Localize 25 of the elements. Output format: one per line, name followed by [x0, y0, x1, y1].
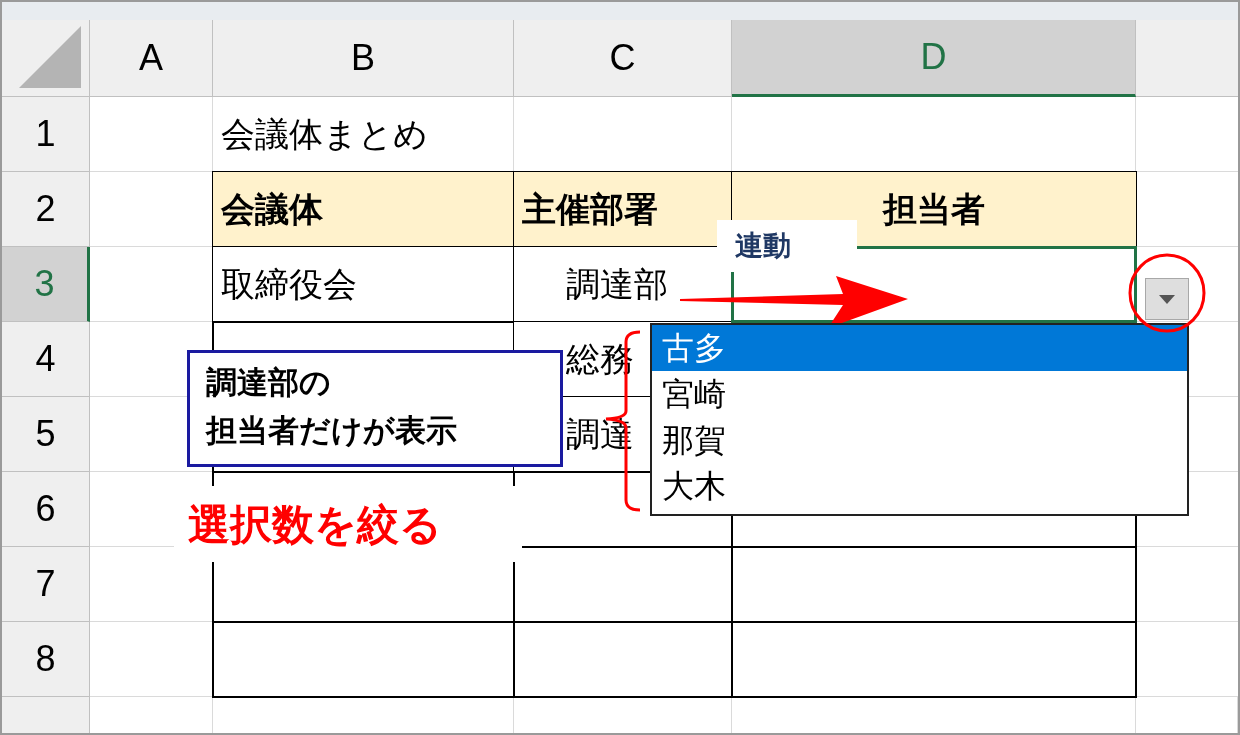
- callout-text: 調達部の: [206, 364, 331, 402]
- row-header[interactable]: 6: [2, 472, 90, 547]
- column-header[interactable]: D: [732, 20, 1136, 97]
- row-header[interactable]: 3: [2, 247, 90, 322]
- caret-icon: [1159, 294, 1175, 304]
- row-header[interactable]: 2: [2, 172, 90, 247]
- row-header[interactable]: 5: [2, 397, 90, 472]
- callout-text: 担当者だけが表示: [206, 412, 457, 450]
- column-header[interactable]: C: [514, 20, 732, 97]
- annotation-label: 連動: [717, 220, 857, 272]
- row-header[interactable]: 8: [2, 622, 90, 697]
- column-header[interactable]: [1136, 20, 1238, 97]
- row-header[interactable]: 4: [2, 322, 90, 397]
- dropdown-button[interactable]: [1145, 278, 1189, 320]
- table-cell: 取締役会: [213, 247, 514, 322]
- row-header[interactable]: 7: [2, 547, 90, 622]
- row-header[interactable]: 1: [2, 97, 90, 172]
- dropdown-option[interactable]: 古多: [652, 325, 1187, 371]
- table-cell: 会議体まとめ: [213, 97, 514, 172]
- table-cell: 主催部署: [514, 172, 732, 247]
- emphasis-text: 選択数を絞る: [174, 486, 522, 562]
- column-header[interactable]: B: [213, 20, 514, 97]
- select-all-corner[interactable]: [2, 20, 90, 97]
- column-header[interactable]: A: [90, 20, 213, 97]
- table-cell: 会議体: [213, 172, 514, 247]
